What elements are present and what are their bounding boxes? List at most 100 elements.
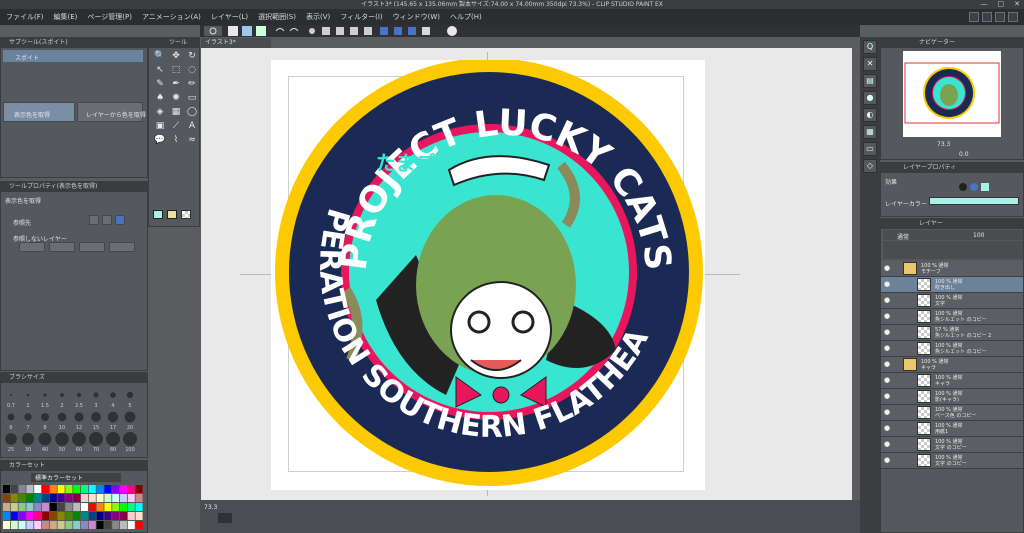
clear-icon[interactable] — [309, 28, 315, 34]
color-swatch[interactable] — [10, 503, 18, 511]
layer-icon[interactable]: ▭ — [863, 142, 877, 156]
eye-icon[interactable]: ● — [884, 329, 892, 336]
color-swatch[interactable] — [49, 485, 57, 493]
layer-row[interactable]: ● 57 % 通常 魚シルエット のコピー 2 — [881, 325, 1023, 341]
correct-line-tool-icon[interactable]: ⌇ — [169, 134, 183, 146]
color-swatch[interactable] — [3, 485, 10, 493]
reference-layer-icon[interactable] — [115, 215, 125, 225]
eye-icon[interactable]: ● — [884, 345, 892, 352]
layer-row[interactable]: ● 100 % 通常 文字 — [881, 293, 1023, 309]
brush-size-dot[interactable] — [7, 413, 15, 421]
color-swatch[interactable] — [49, 521, 57, 529]
menu-page[interactable]: ページ管理(P) — [87, 12, 132, 22]
save-icon[interactable] — [256, 26, 266, 36]
color-swatch[interactable] — [10, 494, 18, 502]
color-swatch[interactable] — [65, 512, 73, 520]
material-icon[interactable]: ◇ — [863, 159, 877, 173]
color-swatch[interactable] — [127, 494, 135, 502]
layer-color-field[interactable] — [929, 197, 1019, 205]
eye-icon[interactable]: ● — [884, 313, 892, 320]
layer-row[interactable]: ● 100 % 通常 モチーフ — [881, 261, 1023, 277]
brush-size-dot[interactable] — [57, 412, 67, 422]
color-swatch[interactable] — [112, 494, 120, 502]
menu-view[interactable]: 表示(V) — [306, 12, 330, 22]
subtool-tab-active[interactable]: スポイト — [3, 50, 143, 62]
maximize-button[interactable]: □ — [998, 0, 1005, 9]
color-set-select[interactable]: 標準カラーセット — [31, 473, 121, 482]
new-file-icon[interactable] — [228, 26, 238, 36]
color-swatch[interactable] — [120, 503, 127, 511]
brush-size-dot[interactable] — [110, 392, 116, 398]
color-swatch[interactable] — [42, 494, 49, 502]
color-swatch[interactable] — [96, 521, 104, 529]
color-swatch[interactable] — [57, 494, 65, 502]
color-swatch[interactable] — [65, 521, 73, 529]
deselect-icon[interactable] — [350, 27, 358, 35]
colorwheel-icon[interactable]: ◐ — [863, 108, 877, 122]
color-swatch[interactable] — [104, 503, 112, 511]
layer-row[interactable]: ● 100 % 通常 魚シルエット のコピー — [881, 341, 1023, 357]
color-swatch[interactable] — [135, 485, 143, 493]
color-swatch[interactable] — [3, 494, 10, 502]
brush-size-dot[interactable] — [126, 391, 134, 399]
exclude-draft-button[interactable] — [79, 242, 105, 252]
color-swatch[interactable] — [81, 512, 88, 520]
brush-size-dot[interactable] — [41, 413, 49, 421]
brush-tool-icon[interactable]: ♠ — [153, 92, 167, 104]
exclude-text-button[interactable] — [19, 242, 45, 252]
lasso-tool-icon[interactable]: ◌ — [185, 64, 199, 76]
brush-size-dot[interactable] — [107, 411, 119, 423]
menu-layer[interactable]: レイヤー(L) — [211, 12, 248, 22]
undo-icon[interactable] — [275, 28, 285, 32]
menu-edit[interactable]: 編集(E) — [54, 12, 78, 22]
thumbnail-icon[interactable] — [218, 513, 232, 523]
brush-size-dot[interactable] — [38, 432, 52, 446]
eye-icon[interactable]: ● — [884, 393, 892, 400]
transform-icon[interactable] — [336, 27, 344, 35]
color-swatch[interactable] — [73, 503, 81, 511]
color-swatch[interactable] — [34, 512, 42, 520]
color-swatch[interactable] — [81, 521, 88, 529]
eye-icon[interactable]: ● — [884, 361, 892, 368]
brush-size-dot[interactable] — [76, 392, 82, 398]
reference-all-icon[interactable] — [89, 215, 99, 225]
transparent-color-swatch[interactable] — [181, 210, 191, 219]
layer-row[interactable]: ● 100 % 通常 用紙1 — [881, 421, 1023, 437]
blend-mode-select[interactable]: 通常 100 — [883, 230, 1023, 241]
cancel-icon[interactable]: ✕ — [863, 57, 877, 71]
subtool-display-color[interactable]: 表示色を取得 — [3, 102, 75, 122]
brush-size-dot[interactable] — [5, 433, 17, 445]
color-swatch[interactable] — [42, 485, 49, 493]
layer-row[interactable]: ● 100 % 通常 吹き出し — [881, 277, 1023, 293]
frame-tool-icon[interactable]: ▣ — [153, 120, 167, 132]
eye-icon[interactable]: ● — [884, 409, 892, 416]
eraser-tool-icon[interactable]: ▭ — [185, 92, 199, 104]
help-icon[interactable] — [1008, 12, 1018, 22]
color-swatch[interactable] — [127, 503, 135, 511]
layer-row[interactable]: ● 100 % 通常 ベース色 のコピー — [881, 405, 1023, 421]
color-swatch[interactable] — [96, 494, 104, 502]
color-swatch[interactable] — [10, 485, 18, 493]
color-swatch[interactable] — [88, 521, 96, 529]
main-color-swatch[interactable] — [153, 210, 163, 219]
color-swatch[interactable] — [65, 503, 73, 511]
exclude-paper-button[interactable] — [49, 242, 75, 252]
color-swatch[interactable] — [96, 503, 104, 511]
color-swatch[interactable] — [34, 485, 42, 493]
layer-row[interactable]: ● 100 % 通常 キャラ — [881, 357, 1023, 373]
color-swatch[interactable] — [42, 512, 49, 520]
color-swatch[interactable] — [120, 521, 127, 529]
color-swatch[interactable] — [73, 485, 81, 493]
color-swatch[interactable] — [34, 494, 42, 502]
color-swatch[interactable] — [104, 512, 112, 520]
color-swatch[interactable] — [57, 512, 65, 520]
color-swatch[interactable] — [18, 512, 26, 520]
eye-icon[interactable]: ● — [884, 281, 892, 288]
brush-size-dot[interactable] — [89, 432, 103, 446]
marquee-tool-icon[interactable]: ⬚ — [169, 64, 183, 76]
color-swatch[interactable] — [112, 503, 120, 511]
color-swatch[interactable] — [65, 494, 73, 502]
color-swatch[interactable] — [10, 512, 18, 520]
brush-size-dot[interactable] — [60, 393, 64, 397]
exclude-ref-button[interactable] — [109, 242, 135, 252]
